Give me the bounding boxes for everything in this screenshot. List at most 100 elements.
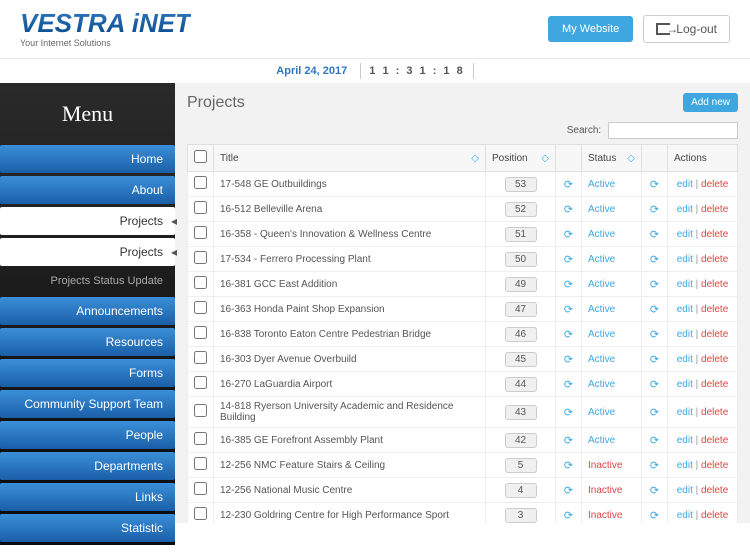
row-checkbox[interactable] [194,404,207,417]
edit-link[interactable]: edit [677,229,693,240]
edit-link[interactable]: edit [677,379,693,390]
edit-link[interactable]: edit [677,204,693,215]
delete-link[interactable]: delete [701,407,728,418]
row-checkbox[interactable] [194,432,207,445]
refresh-icon[interactable]: ⟳ [564,379,573,391]
delete-link[interactable]: delete [701,304,728,315]
sidebar-item-links[interactable]: Links [0,483,175,511]
edit-link[interactable]: edit [677,179,693,190]
row-checkbox[interactable] [194,176,207,189]
status-badge[interactable]: Active [588,304,615,315]
delete-link[interactable]: delete [701,510,728,521]
edit-link[interactable]: edit [677,329,693,340]
status-badge[interactable]: Active [588,329,615,340]
status-badge[interactable]: Active [588,354,615,365]
refresh-icon[interactable]: ⟳ [564,354,573,366]
refresh-icon[interactable]: ⟳ [564,510,573,522]
col-position[interactable]: Position [492,153,528,164]
delete-link[interactable]: delete [701,229,728,240]
refresh-icon[interactable]: ⟳ [564,229,573,241]
delete-link[interactable]: delete [701,485,728,496]
row-checkbox[interactable] [194,326,207,339]
delete-link[interactable]: delete [701,379,728,390]
refresh-icon[interactable]: ⟳ [650,460,659,472]
refresh-icon[interactable]: ⟳ [650,254,659,266]
refresh-icon[interactable]: ⟳ [564,329,573,341]
add-new-button[interactable]: Add new [683,93,738,112]
sidebar-item-departments[interactable]: Departments [0,452,175,480]
search-input[interactable] [608,122,738,139]
edit-link[interactable]: edit [677,279,693,290]
delete-link[interactable]: delete [701,329,728,340]
refresh-icon[interactable]: ⟳ [650,407,659,419]
sidebar-item-forms[interactable]: Forms [0,359,175,387]
status-badge[interactable]: Active [588,204,615,215]
refresh-icon[interactable]: ⟳ [564,179,573,191]
status-badge[interactable]: Active [588,379,615,390]
my-website-button[interactable]: My Website [548,16,633,42]
edit-link[interactable]: edit [677,460,693,471]
status-badge[interactable]: Active [588,254,615,265]
refresh-icon[interactable]: ⟳ [650,354,659,366]
row-checkbox[interactable] [194,276,207,289]
select-all-checkbox[interactable] [194,150,207,163]
sidebar-item-community-support-team[interactable]: Community Support Team [0,390,175,418]
edit-link[interactable]: edit [677,435,693,446]
sidebar-item-home[interactable]: Home [0,145,175,173]
row-checkbox[interactable] [194,301,207,314]
delete-link[interactable]: delete [701,354,728,365]
refresh-icon[interactable]: ⟳ [650,179,659,191]
refresh-icon[interactable]: ⟳ [564,435,573,447]
refresh-icon[interactable]: ⟳ [564,204,573,216]
status-badge[interactable]: Inactive [588,485,622,496]
delete-link[interactable]: delete [701,204,728,215]
row-checkbox[interactable] [194,351,207,364]
refresh-icon[interactable]: ⟳ [564,254,573,266]
edit-link[interactable]: edit [677,354,693,365]
row-checkbox[interactable] [194,251,207,264]
row-checkbox[interactable] [194,226,207,239]
refresh-icon[interactable]: ⟳ [650,229,659,241]
col-status[interactable]: Status [588,153,616,164]
delete-link[interactable]: delete [701,179,728,190]
refresh-icon[interactable]: ⟳ [564,485,573,497]
sidebar-item-people[interactable]: People [0,421,175,449]
refresh-icon[interactable]: ⟳ [564,279,573,291]
status-badge[interactable]: Active [588,407,615,418]
edit-link[interactable]: edit [677,510,693,521]
refresh-icon[interactable]: ⟳ [650,279,659,291]
sidebar-item-announcements[interactable]: Announcements [0,297,175,325]
refresh-icon[interactable]: ⟳ [650,485,659,497]
refresh-icon[interactable]: ⟳ [650,304,659,316]
edit-link[interactable]: edit [677,254,693,265]
edit-link[interactable]: edit [677,304,693,315]
sidebar-item-projects[interactable]: Projects [0,238,175,266]
refresh-icon[interactable]: ⟳ [650,435,659,447]
sidebar-item-about[interactable]: About [0,176,175,204]
refresh-icon[interactable]: ⟳ [650,329,659,341]
sidebar-item-projects[interactable]: Projects [0,207,175,235]
edit-link[interactable]: edit [677,485,693,496]
delete-link[interactable]: delete [701,435,728,446]
refresh-icon[interactable]: ⟳ [650,204,659,216]
edit-link[interactable]: edit [677,407,693,418]
refresh-icon[interactable]: ⟳ [650,510,659,522]
status-badge[interactable]: Active [588,435,615,446]
refresh-icon[interactable]: ⟳ [564,304,573,316]
logout-button[interactable]: Log-out [643,15,730,43]
col-title[interactable]: Title [220,153,239,164]
sidebar-sub-item[interactable]: Projects Status Update [0,269,175,297]
row-checkbox[interactable] [194,482,207,495]
refresh-icon[interactable]: ⟳ [650,379,659,391]
sort-icon[interactable]: ◇ [471,153,479,164]
delete-link[interactable]: delete [701,460,728,471]
refresh-icon[interactable]: ⟳ [564,460,573,472]
row-checkbox[interactable] [194,376,207,389]
delete-link[interactable]: delete [701,279,728,290]
sort-icon[interactable]: ◇ [627,153,635,164]
status-badge[interactable]: Active [588,279,615,290]
status-badge[interactable]: Active [588,229,615,240]
status-badge[interactable]: Inactive [588,460,622,471]
row-checkbox[interactable] [194,457,207,470]
status-badge[interactable]: Active [588,179,615,190]
